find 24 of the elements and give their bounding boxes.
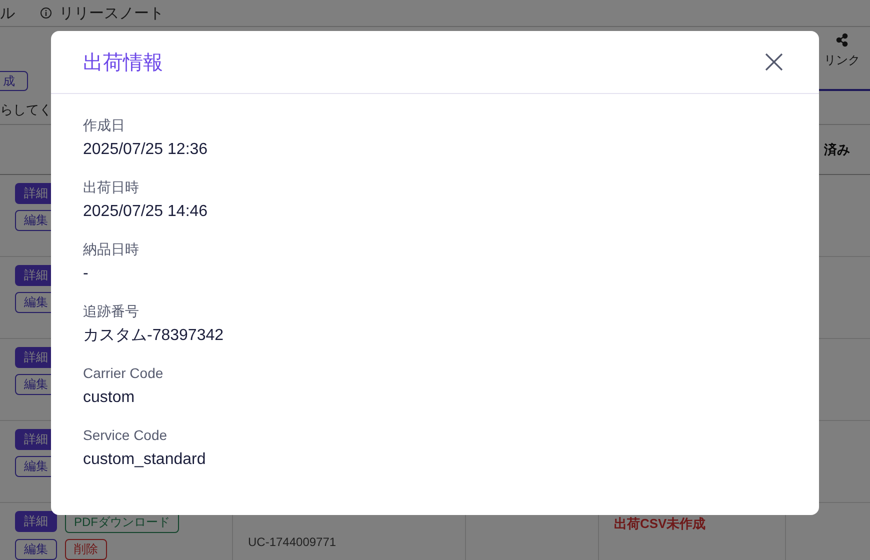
status-text: 出荷CSV未作成: [614, 516, 706, 531]
modal-title: 出荷情報: [83, 50, 163, 76]
field-label: 納品日時: [83, 240, 140, 259]
close-button[interactable]: [765, 53, 783, 71]
field-value: 2025/07/25 14:46: [83, 202, 209, 222]
field-label: Service Code: [83, 426, 168, 445]
field-label: Carrier Code: [83, 364, 164, 383]
create-button[interactable]: 成: [0, 71, 28, 91]
field-value: custom: [83, 388, 136, 408]
delete-button[interactable]: 削除: [65, 539, 107, 560]
nav-link[interactable]: リリースノート: [59, 4, 164, 22]
nav-link[interactable]: ル: [0, 4, 15, 22]
link-label[interactable]: リンク: [824, 52, 860, 69]
field-value: custom_standard: [83, 450, 207, 470]
column-header: 済み: [824, 140, 850, 158]
field-label: 出荷日時: [83, 178, 140, 197]
edit-button[interactable]: 編集: [15, 539, 57, 560]
field-value: 2025/07/25 12:36: [83, 140, 209, 160]
field-label: 追跡番号: [83, 302, 140, 321]
info-icon: [40, 7, 52, 19]
detail-button[interactable]: 詳細: [15, 511, 57, 532]
field-value: カスタム-78397342: [83, 326, 225, 346]
field-value: -: [83, 264, 90, 284]
order-code: UC-1744009771: [248, 535, 336, 549]
